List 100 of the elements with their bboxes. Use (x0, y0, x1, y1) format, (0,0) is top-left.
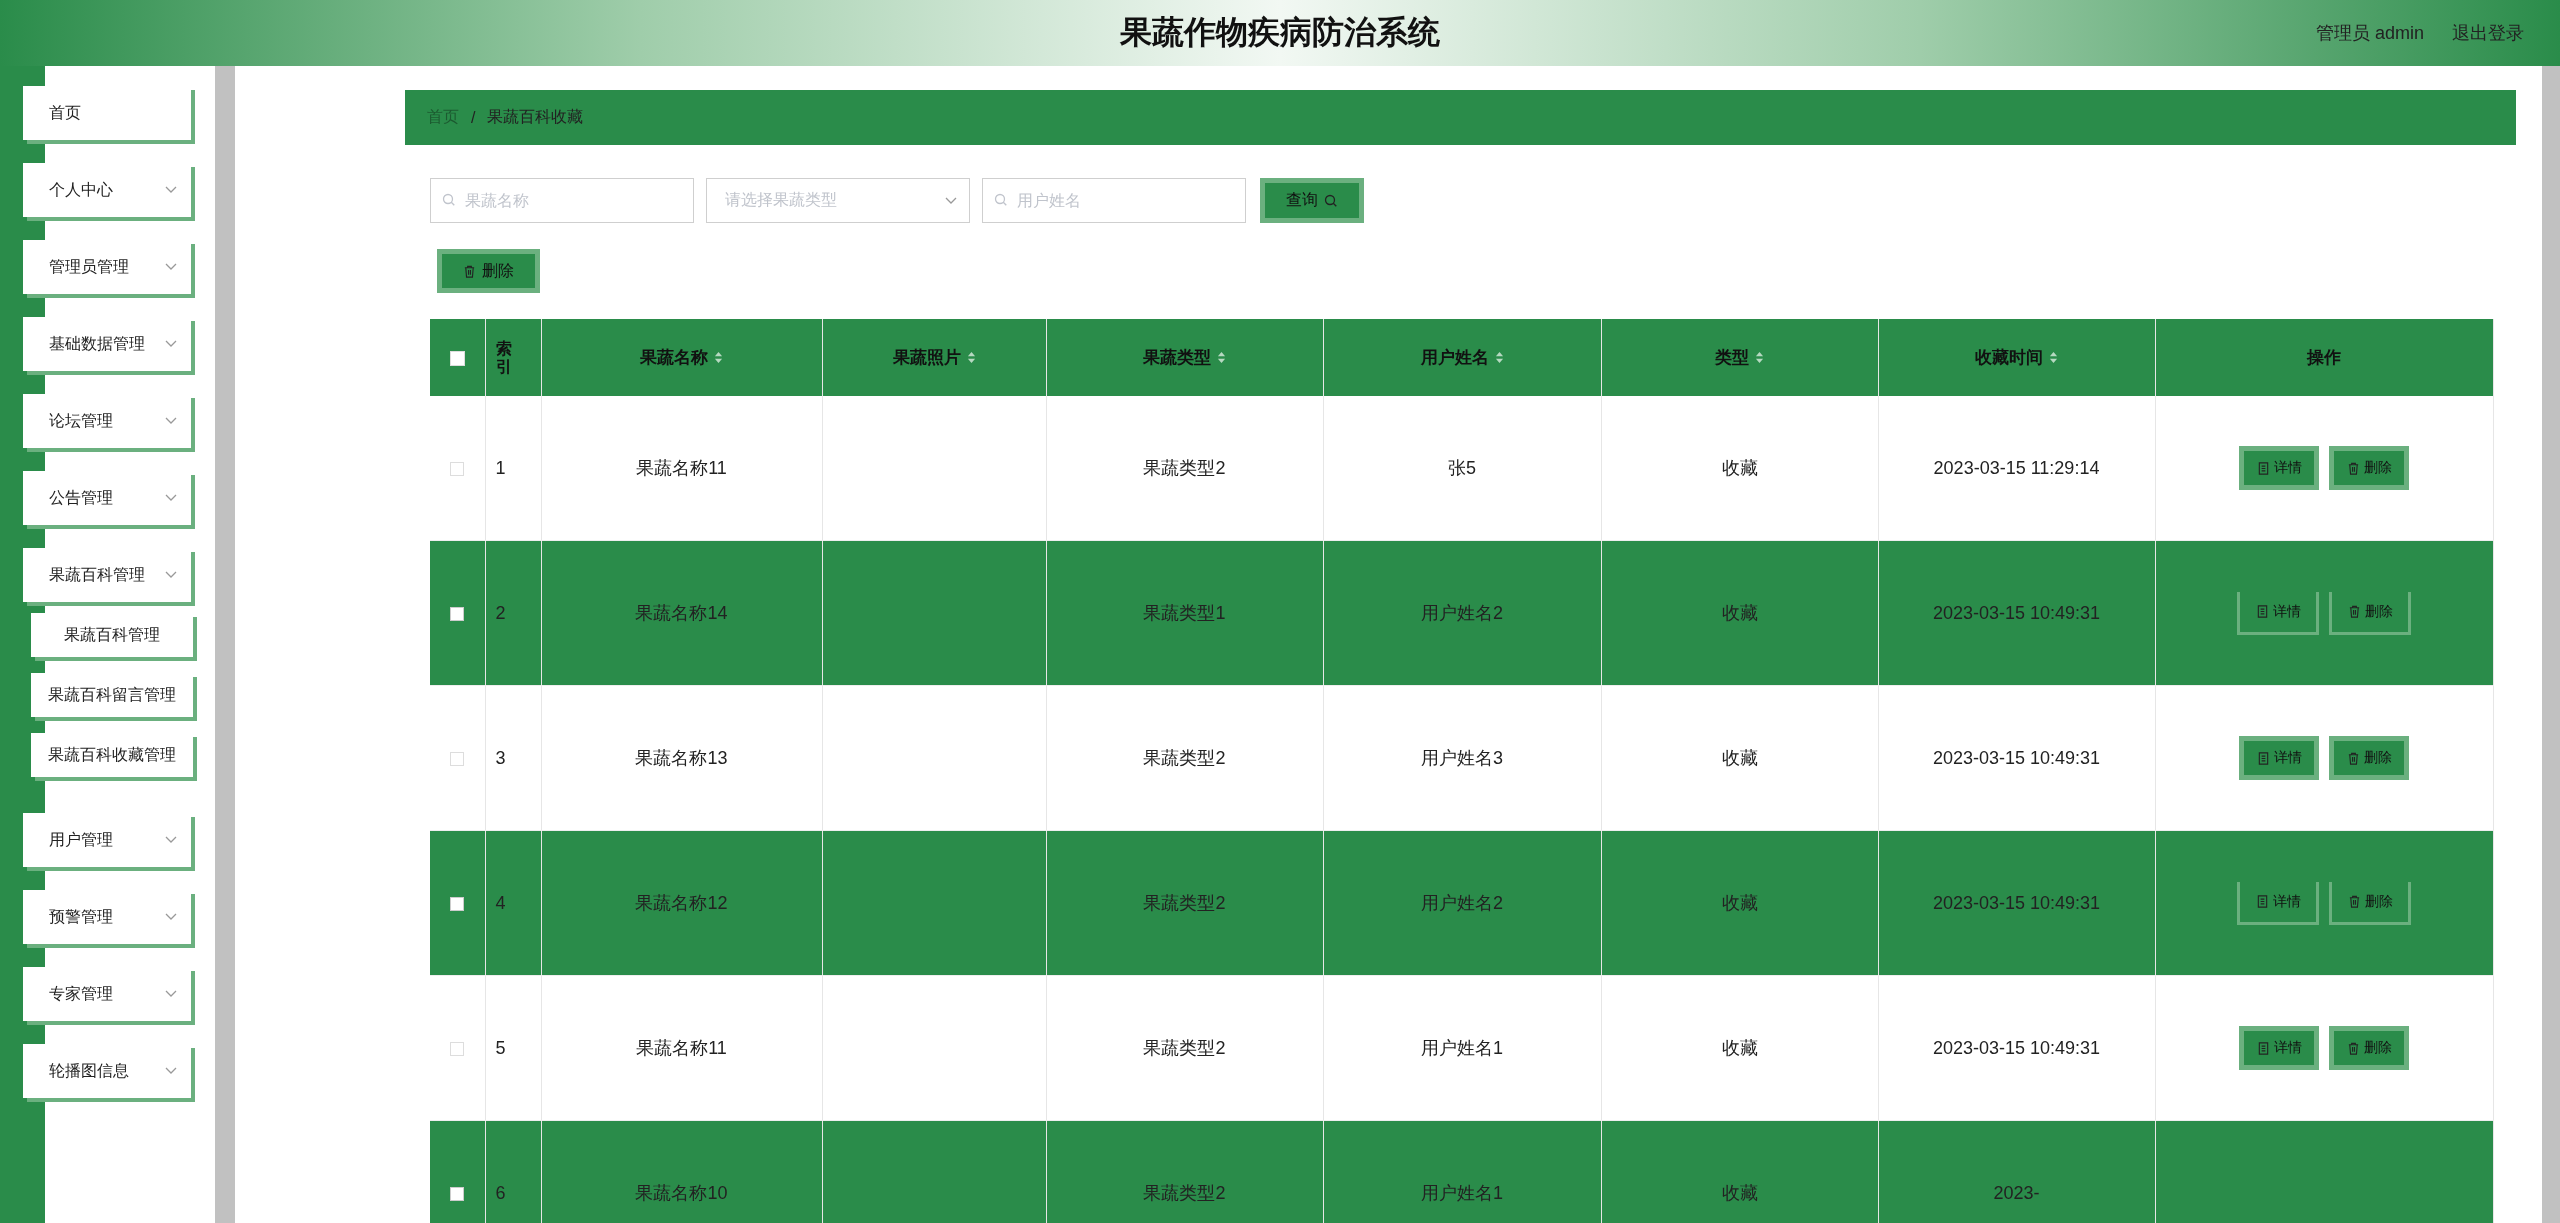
table-cell: 用户姓名3 (1323, 685, 1601, 831)
table-cell: 收藏 (1601, 396, 1878, 541)
table-cell: 收藏 (1601, 975, 1878, 1121)
delete-button[interactable]: 删除 (2329, 1026, 2409, 1070)
table-cell: 果蔬类型2 (1046, 396, 1323, 541)
search-icon (1324, 193, 1338, 208)
checkbox[interactable] (450, 896, 465, 911)
checkbox[interactable] (450, 751, 465, 766)
app-title: 果蔬作物疾病防治系统 (1120, 13, 1440, 52)
table-cell: 果蔬类型1 (1046, 540, 1323, 686)
scrollbar[interactable] (2542, 66, 2560, 1223)
trash-icon (2346, 751, 2360, 765)
chevron-down-icon (165, 836, 177, 844)
column-header: 类型 (1715, 347, 1749, 369)
table-cell: 果蔬名称11 (541, 396, 822, 541)
table-cell: 果蔬名称10 (541, 1120, 822, 1223)
table-cell: 2023-03-15 10:49:31 (1878, 540, 2155, 686)
trash-icon (2347, 605, 2361, 618)
table-cell: 2023-03-15 10:49:31 (1878, 685, 2155, 831)
table-cell: 2 (485, 540, 541, 686)
checkbox[interactable] (450, 1041, 465, 1056)
chevron-down-icon (165, 494, 177, 502)
column-header: 操作 (2307, 347, 2341, 369)
sort-icon[interactable] (1494, 351, 1504, 364)
column-header: 收藏时间 (1975, 347, 2043, 369)
chevron-down-icon (165, 340, 177, 348)
delete-button[interactable]: 删除 (2329, 446, 2409, 490)
table-cell: 果蔬名称11 (541, 975, 822, 1121)
table-cell: 用户姓名1 (1323, 1120, 1601, 1223)
table-cell: 2023-03-15 10:49:31 (1878, 975, 2155, 1121)
table-cell: 果蔬类型2 (1046, 1120, 1323, 1223)
delete-button[interactable]: 删除 (2329, 736, 2409, 780)
document-icon (2256, 1041, 2270, 1055)
sort-icon[interactable] (1755, 351, 1764, 364)
table-cell: 用户姓名2 (1323, 830, 1601, 976)
search-field[interactable]: 用户姓名 (982, 178, 1246, 223)
table-cell: 收藏 (1601, 830, 1878, 976)
delete-button[interactable]: 删除 (437, 249, 540, 293)
table-cell: 果蔬类型2 (1046, 685, 1323, 831)
trash-icon (2347, 895, 2361, 908)
table-cell: 果蔬名称12 (541, 830, 822, 976)
delete-button[interactable]: 删除 (2329, 881, 2411, 925)
table-cell: 3 (485, 685, 541, 831)
table-cell: 张5 (1323, 396, 1601, 541)
table-cell: 果蔬名称14 (541, 540, 822, 686)
chevron-down-icon (165, 913, 177, 921)
table-cell: 果蔬名称13 (541, 685, 822, 831)
logout-link[interactable]: 退出登录 (2452, 21, 2524, 45)
sort-icon[interactable] (966, 351, 976, 364)
table-cell: 用户姓名2 (1323, 540, 1601, 686)
table-cell: 果蔬类型2 (1046, 830, 1323, 976)
table-cell: 1 (485, 396, 541, 541)
user-label: 管理员 admin (2315, 22, 2424, 45)
document-icon (2256, 751, 2270, 765)
details-button[interactable]: 详情 (2237, 881, 2319, 925)
breadcrumb-current: 果蔬百科收藏 (487, 107, 584, 127)
chevron-down-icon (945, 196, 957, 205)
table-cell: 2023- (1878, 1120, 2155, 1223)
column-header: 果蔬类型 (1143, 347, 1211, 369)
table-cell: 5 (485, 975, 541, 1121)
details-button[interactable]: 详情 (2237, 591, 2319, 635)
trash-icon (2346, 461, 2360, 475)
sort-icon[interactable] (714, 351, 723, 364)
table-cell: 收藏 (1601, 540, 1878, 686)
document-icon (2255, 895, 2269, 908)
chevron-down-icon (165, 990, 177, 998)
column-header: 果蔬名称 (640, 347, 708, 369)
trash-icon (463, 264, 476, 278)
chevron-down-icon (165, 263, 177, 271)
checkbox[interactable] (450, 1186, 465, 1201)
delete-button[interactable]: 删除 (2329, 591, 2411, 635)
table-cell: 6 (485, 1120, 541, 1223)
search-field[interactable]: 果蔬名称 (430, 178, 694, 223)
chevron-down-icon (165, 571, 177, 579)
table-cell: 收藏 (1601, 685, 1878, 831)
column-header: 索引 (495, 340, 512, 376)
checkbox[interactable] (450, 606, 465, 621)
sort-icon[interactable] (1217, 351, 1226, 364)
details-button[interactable]: 详情 (2239, 736, 2319, 780)
table-cell: 用户姓名1 (1323, 975, 1601, 1121)
details-button[interactable]: 详情 (2239, 446, 2319, 490)
sort-icon[interactable] (2049, 351, 2058, 364)
document-icon (2255, 605, 2269, 618)
table-cell: 收藏 (1601, 1120, 1878, 1223)
column-header: 果蔬照片 (892, 347, 961, 369)
table-cell: 2023-03-15 11:29:14 (1878, 396, 2155, 541)
query-button[interactable]: 查询 (1260, 178, 1364, 223)
chevron-down-icon (165, 417, 177, 425)
table-cell: 4 (485, 830, 541, 976)
document-icon (2256, 461, 2270, 475)
trash-icon (2346, 1041, 2360, 1055)
table-cell: 果蔬类型2 (1046, 975, 1323, 1121)
chevron-down-icon (165, 186, 177, 194)
scrollbar[interactable] (215, 66, 235, 1223)
table-cell: 2023-03-15 10:49:31 (1878, 830, 2155, 976)
chevron-down-icon (165, 1067, 177, 1075)
details-button[interactable]: 详情 (2239, 1026, 2319, 1070)
checkbox[interactable] (450, 461, 465, 476)
breadcrumb-separator: / (471, 108, 476, 127)
checkbox[interactable] (449, 350, 465, 366)
